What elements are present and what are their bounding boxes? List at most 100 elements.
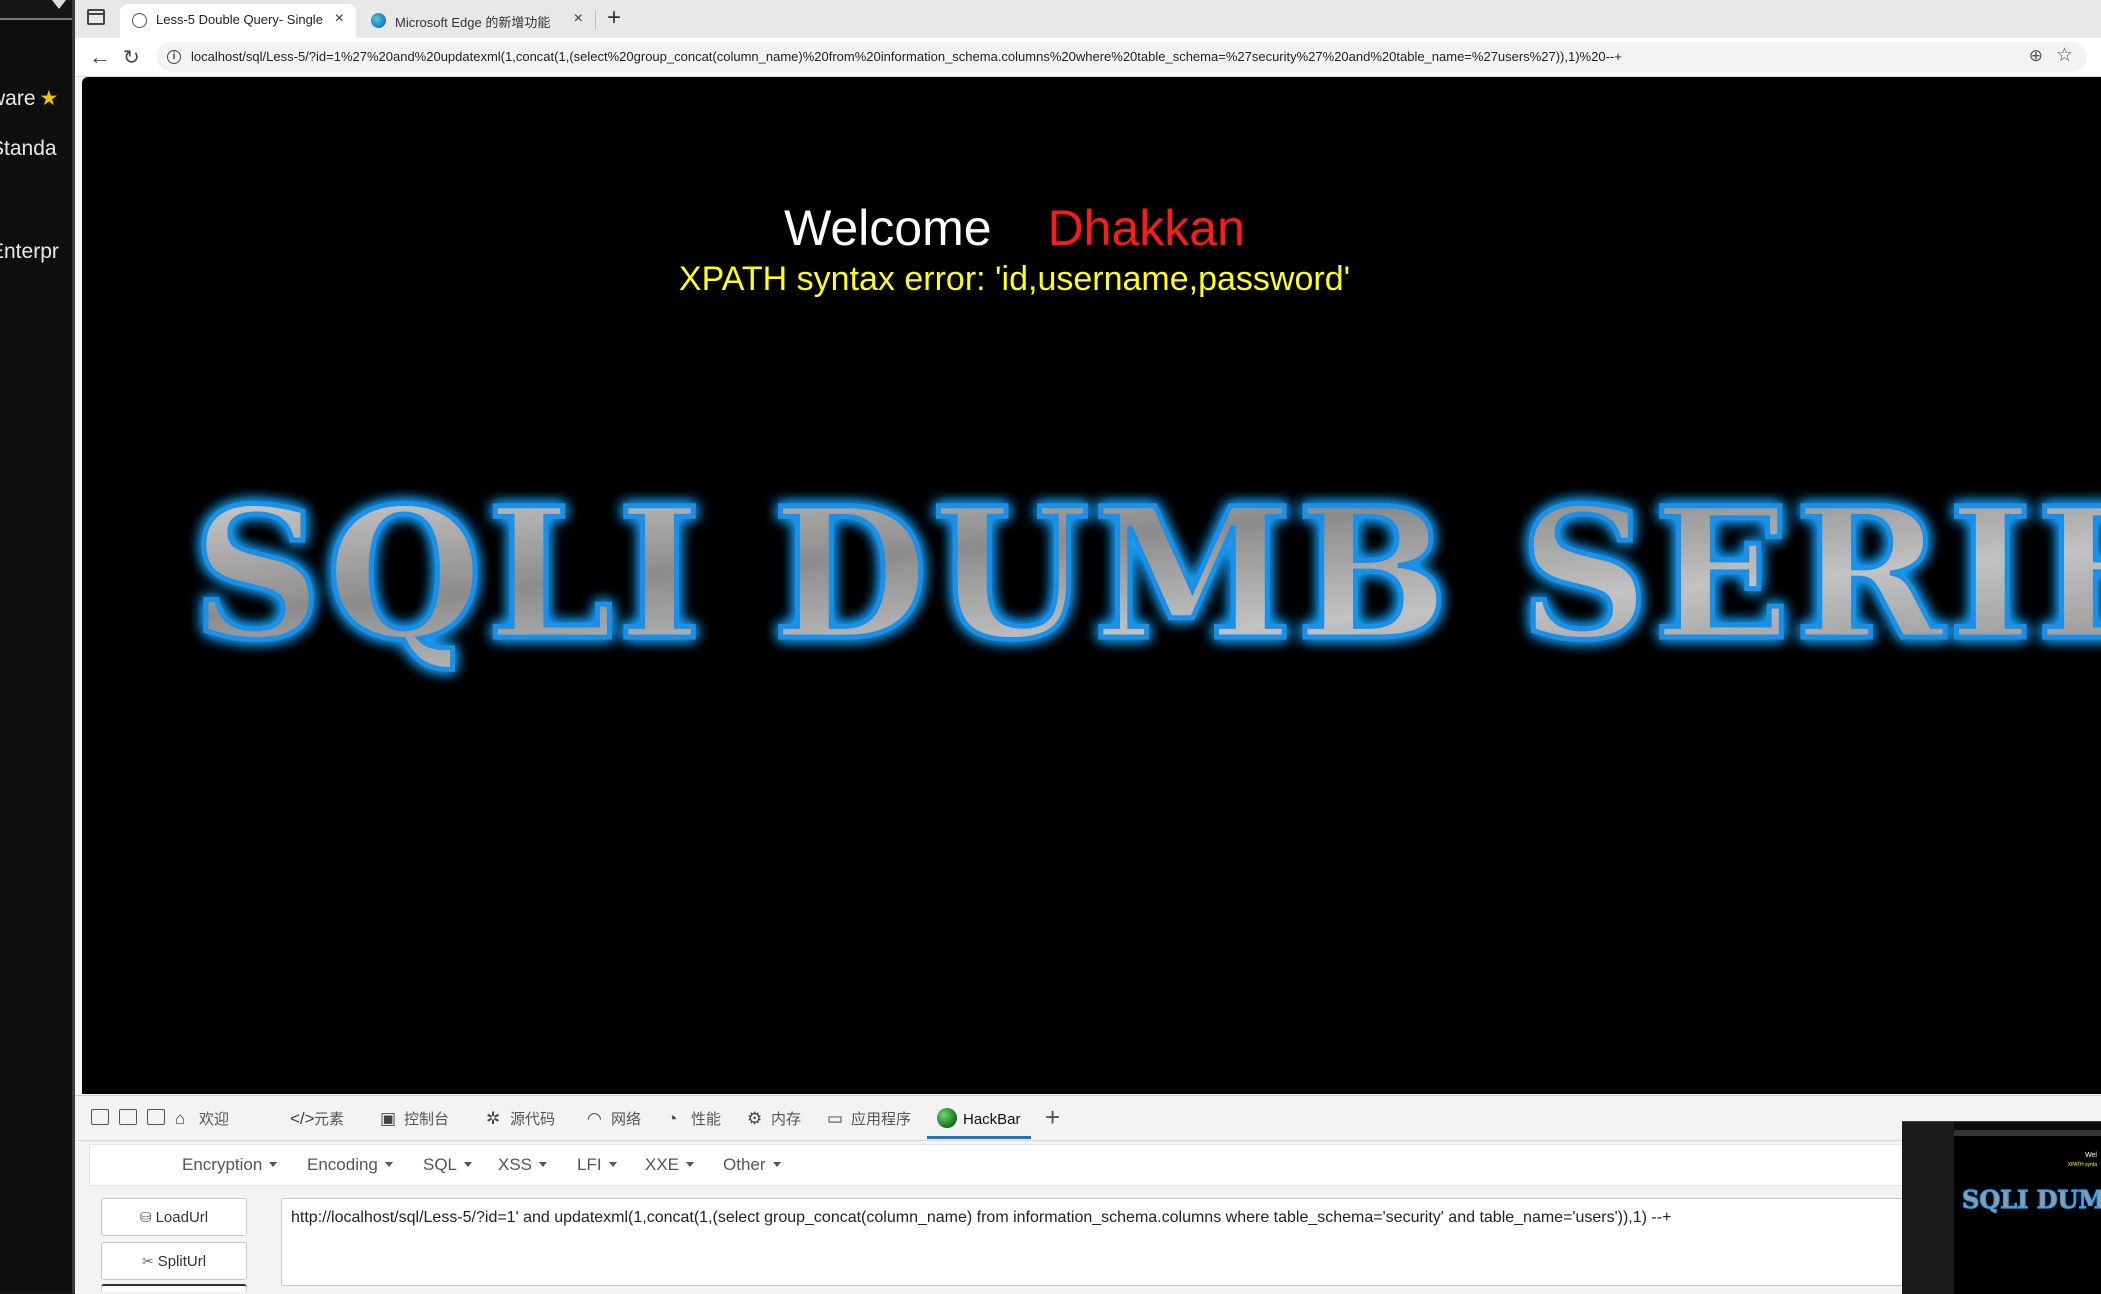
zoom-icon[interactable]: ⊕ [2029,46,2043,66]
scissors-icon: ✂ [141,1253,154,1269]
tab-actions-icon[interactable] [87,9,105,25]
welcome-heading: Welcome Dhakkan [82,199,1947,257]
memory-icon: ⚙ [747,1109,763,1128]
chevron-down-icon [52,0,66,9]
menu-label: Encryption [182,1155,263,1174]
refresh-icon[interactable]: ↻ [123,45,140,70]
new-tab-button[interactable]: + [607,4,621,32]
url-text[interactable]: localhost/sql/Less-5/?id=1%27%20and%20up… [191,49,1622,64]
tab-edge-whats-new[interactable]: Microsoft Edge 的新增功能 × [359,4,595,38]
menu-other[interactable]: Other [723,1155,781,1175]
left-panel-item[interactable]: Standa [0,137,57,161]
menu-xss[interactable]: XSS [498,1155,548,1175]
window-thumbnail-preview[interactable]: Wel XPATH synta SQLI DUM [1902,1121,2101,1294]
caret-down-icon [384,1162,393,1167]
tab-label: HackBar [963,1111,1021,1128]
tab-memory[interactable]: ⚙ 内存 [747,1108,801,1129]
menu-label: LFI [577,1155,602,1174]
device-toolbar-icon[interactable] [119,1109,137,1125]
thumbnail-welcome-text: Wel [2085,1152,2097,1159]
sqli-dumb-series-banner: SQLI DUMB SERIES-5 [190,467,2101,683]
tab-label: 欢迎 [199,1111,230,1128]
page-viewport: Welcome Dhakkan XPATH syntax error: 'id,u… [82,77,2101,1094]
hackbar-url-text[interactable]: http://localhost/sql/Less-5/?id=1' and u… [291,1209,1671,1227]
menu-xxe[interactable]: XXE [645,1155,695,1175]
menu-label: Encoding [307,1155,378,1174]
tab-label: 源代码 [510,1111,556,1128]
menu-label: XSS [498,1155,533,1174]
caret-down-icon [608,1162,617,1167]
hackbar-menu: Encryption Encoding SQL XSS LFI XXE Othe… [89,1144,1991,1186]
tab-hackbar[interactable]: HackBar [937,1108,1021,1128]
tab-application[interactable]: ▭ 应用程序 [827,1108,911,1129]
tab-network[interactable]: ◠ 网络 [587,1108,641,1129]
dock-icon[interactable] [147,1109,165,1125]
load-icon: ⛁ [139,1209,152,1225]
tab-bar: Less-5 Double Query- Single Quo × Micros… [75,0,2101,38]
menu-label: SQL [423,1155,458,1174]
banner-text: SQLI DUMB SERIES-5 [192,469,2101,680]
favorite-star-icon[interactable]: ☆ [2056,44,2073,67]
tab-welcome[interactable]: ⌂ 欢迎 [175,1108,229,1129]
menu-encryption[interactable]: Encryption [182,1155,278,1175]
tab-label: 元素 [314,1111,345,1128]
tab-console[interactable]: ▣ 控制台 [380,1108,449,1129]
execute-button[interactable] [101,1284,247,1292]
thumbnail-sidebar [1902,1122,1954,1294]
devtools-panel: ⌂ 欢迎 </>元素 ▣ 控制台 ✲ 源代码 ◠ 网络 ◔ 性能 ⚙ 内存 ▭ 应用程序 Ha… [75,1095,2101,1294]
tab-sources[interactable]: ✲ 源代码 [486,1108,555,1129]
add-panel-button[interactable]: + [1045,1102,1060,1133]
home-icon: ⌂ [175,1109,186,1128]
tab-label: 网络 [611,1111,642,1128]
tab-divider [595,11,596,29]
tab-label: 性能 [691,1111,722,1128]
code-icon: </> [290,1109,315,1128]
close-icon[interactable]: × [574,10,583,28]
menu-label: Other [723,1155,766,1174]
console-icon: ▣ [380,1109,397,1128]
edge-icon [371,13,386,28]
left-panel-item[interactable]: Enterpr [0,240,59,264]
tab-performance[interactable]: ◔ 性能 [667,1108,721,1129]
bug-icon: ✲ [486,1109,501,1128]
active-tab-indicator [927,1136,1031,1139]
back-arrow-icon[interactable]: ← [89,44,111,70]
split-url-button[interactable]: ✂ SplitUrl [101,1242,247,1280]
welcome-name: Dhakkan [1047,200,1245,256]
button-label: SplitUrl [157,1253,207,1270]
caret-down-icon [686,1162,695,1167]
hackbar-url-input[interactable]: http://localhost/sql/Less-5/?id=1' and u… [281,1198,1993,1286]
menu-lfi[interactable]: LFI [577,1155,617,1175]
thumbnail-titlebar [1954,1130,2101,1136]
browser-window: Less-5 Double Query- Single Quo × Micros… [75,0,2101,1294]
inspect-icon[interactable] [91,1109,109,1125]
left-panel-item[interactable]: ware★ [0,86,58,111]
menu-sql[interactable]: SQL [423,1155,473,1175]
xpath-error-message: XPATH syntax error: 'id,username,passwor… [678,260,1351,298]
menu-label: XXE [645,1155,680,1174]
caret-down-icon [772,1162,781,1167]
caret-down-icon [539,1162,548,1167]
left-panel-item-label: Standa [0,137,57,160]
wifi-icon: ◠ [587,1109,602,1128]
tab-elements[interactable]: </>元素 [290,1108,344,1129]
thumbnail-banner: SQLI DUM [1961,1184,2101,1214]
gauge-icon: ◔ [667,1109,678,1128]
left-panel-item-label: ware [0,87,36,110]
url-field[interactable]: i localhost/sql/Less-5/?id=1%27%20and%20… [157,42,2087,72]
tab-title: Less-5 Double Query- Single Quo [156,12,326,27]
menu-encoding[interactable]: Encoding [307,1155,393,1175]
devtools-tab-bar: ⌂ 欢迎 </>元素 ▣ 控制台 ✲ 源代码 ◠ 网络 ◔ 性能 ⚙ 内存 ▭ 应用程序 Ha… [75,1096,2101,1141]
caret-down-icon [269,1162,278,1167]
left-panel-item-label: Enterpr [0,240,59,263]
left-panel-dropdown[interactable] [0,0,72,20]
star-icon: ★ [39,87,59,110]
close-icon[interactable]: × [335,10,344,28]
globe-icon [132,13,147,28]
caret-down-icon [464,1162,473,1167]
tab-less5[interactable]: Less-5 Double Query- Single Quo × [120,4,356,38]
load-url-button[interactable]: ⛁ LoadUrl [101,1198,247,1236]
tab-label: 控制台 [404,1111,450,1128]
tab-label: 内存 [771,1111,802,1128]
info-icon[interactable]: i [167,50,181,64]
